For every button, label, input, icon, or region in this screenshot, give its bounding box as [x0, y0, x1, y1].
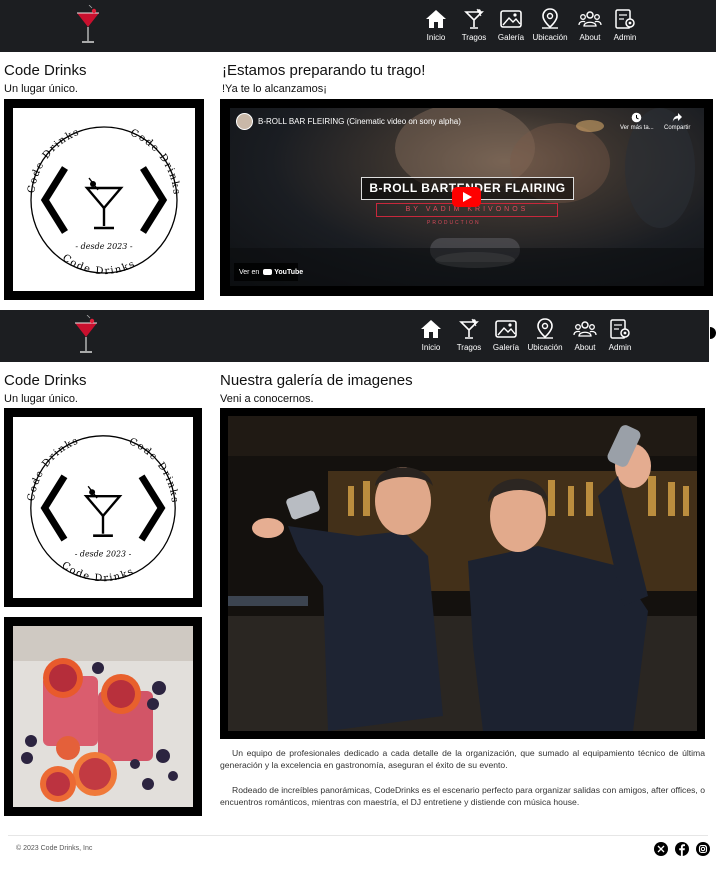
channel-avatar[interactable] — [236, 113, 253, 130]
admin-settings-icon — [615, 9, 635, 29]
about-paragraph: Rodeado de increíbles panorámicas, CodeD… — [220, 785, 705, 807]
youtube-label: YouTube — [274, 268, 304, 276]
nav-item-tragos[interactable]: Tragos — [457, 318, 481, 352]
drinks-photo-card — [4, 617, 202, 816]
nav-label: Admin — [613, 33, 637, 42]
gallery-icon — [500, 10, 522, 28]
cocktail-logo-icon[interactable] — [75, 4, 101, 47]
users-icon — [578, 11, 602, 27]
watch-on-label: Ver en — [239, 268, 260, 276]
facebook-icon[interactable] — [675, 842, 689, 856]
nav-item-admin[interactable]: Admin — [613, 8, 637, 42]
nav-label: Inicio — [426, 33, 446, 42]
youtube-icon — [263, 269, 273, 275]
nav-item-about[interactable]: About — [572, 318, 598, 352]
page-title: ¡Estamos preparando tu trago! — [222, 62, 426, 79]
watch-on-youtube-button[interactable]: Ver en YouTube — [234, 263, 303, 281]
youtube-video-embed[interactable]: B-ROLL BAR FLEIRING (Cinematic video on … — [220, 99, 713, 296]
nav-label: About — [574, 343, 596, 352]
nav-label: Tragos — [456, 343, 482, 352]
nav-label: Galería — [497, 33, 525, 42]
brand-subtitle: Un lugar único. — [4, 83, 78, 95]
home-icon — [426, 10, 446, 28]
cocktail-icon — [459, 318, 479, 339]
about-paragraph: Un equipo de profesionales dedicado a ca… — [220, 748, 705, 770]
nav-label: Galería — [492, 343, 520, 352]
brand-title: Code Drinks — [4, 62, 87, 79]
footer-divider — [8, 835, 708, 836]
half-circle-icon — [710, 327, 716, 339]
share-button[interactable]: Compartir — [664, 112, 690, 131]
brand-title: Code Drinks — [4, 372, 87, 389]
cocktail-icon — [464, 8, 484, 29]
nav-label: Ubicación — [527, 343, 563, 352]
play-button[interactable] — [452, 187, 481, 207]
x-icon[interactable] — [654, 842, 668, 856]
video-title[interactable]: B-ROLL BAR FLEIRING (Cinematic video on … — [258, 117, 461, 126]
watch-later-button[interactable]: Ver más ta... — [620, 112, 654, 131]
logo-since-text: - desde 2023 - — [75, 549, 132, 558]
nav-item-ubicacion[interactable]: Ubicación — [532, 8, 568, 42]
nav-item-ubicacion[interactable]: Ubicación — [527, 318, 563, 352]
brand-subtitle: Un lugar único. — [4, 393, 78, 405]
nav-item-galeria[interactable]: Galería — [498, 8, 524, 42]
page-subtitle: !Ya te lo alcanzamos¡ — [222, 83, 327, 95]
cocktail-logo-icon[interactable] — [73, 314, 99, 357]
location-pin-icon — [537, 318, 553, 339]
instagram-icon[interactable] — [696, 842, 710, 856]
watch-later-label: Ver más ta... — [620, 125, 654, 131]
logo-since-text: - desde 2023 - — [75, 242, 133, 251]
navbar: Inicio Tragos Galería Ubicación About Ad… — [0, 0, 716, 52]
logo-card: Code Drinks Code Drinks Code Drinks - de… — [4, 408, 202, 607]
nav-item-inicio[interactable]: Inicio — [419, 318, 443, 352]
code-drinks-logo: Code Drinks Code Drinks Code Drinks - de… — [26, 435, 179, 585]
nav-label: Admin — [608, 343, 632, 352]
nav-item-about[interactable]: About — [577, 8, 603, 42]
bartenders-photo — [228, 416, 697, 731]
blood-orange-drinks-photo — [13, 626, 193, 807]
nav-label: Ubicación — [532, 33, 568, 42]
nav-label: Inicio — [421, 343, 441, 352]
footer-copyright: © 2023 Code Drinks, Inc — [16, 845, 93, 852]
share-icon — [672, 113, 682, 122]
nav-item-inicio[interactable]: Inicio — [424, 8, 448, 42]
clock-icon — [632, 112, 642, 123]
location-pin-icon — [542, 8, 558, 29]
svg-text:Code Drinks: Code Drinks — [60, 560, 137, 585]
nav-label: About — [579, 33, 601, 42]
page-subtitle: Veni a conocernos. — [220, 393, 314, 405]
nav-label: Tragos — [461, 33, 487, 42]
page-title: Nuestra galería de imagenes — [220, 372, 413, 389]
users-icon — [573, 321, 597, 337]
code-drinks-logo: Code Drinks Code Drinks Code Drinks - de… — [26, 126, 180, 277]
gallery-icon — [495, 320, 517, 338]
logo-card: Code Drinks Code Drinks Code Drinks - de… — [4, 99, 204, 300]
nav-item-tragos[interactable]: Tragos — [462, 8, 486, 42]
logo-ring-text: Code Drinks — [60, 252, 136, 277]
nav-item-admin[interactable]: Admin — [608, 318, 632, 352]
home-icon — [421, 320, 441, 338]
navbar: Inicio Tragos Galería Ubicación About Ad… — [0, 310, 709, 362]
video-production: PRODUCTION — [427, 220, 481, 226]
admin-settings-icon — [610, 319, 630, 339]
share-label: Compartir — [664, 125, 691, 131]
gallery-image-card — [220, 408, 705, 739]
nav-item-galeria[interactable]: Galería — [493, 318, 519, 352]
svg-text:Code Drinks: Code Drinks — [60, 252, 138, 277]
logo-ring-text: Code Drinks — [60, 560, 135, 585]
